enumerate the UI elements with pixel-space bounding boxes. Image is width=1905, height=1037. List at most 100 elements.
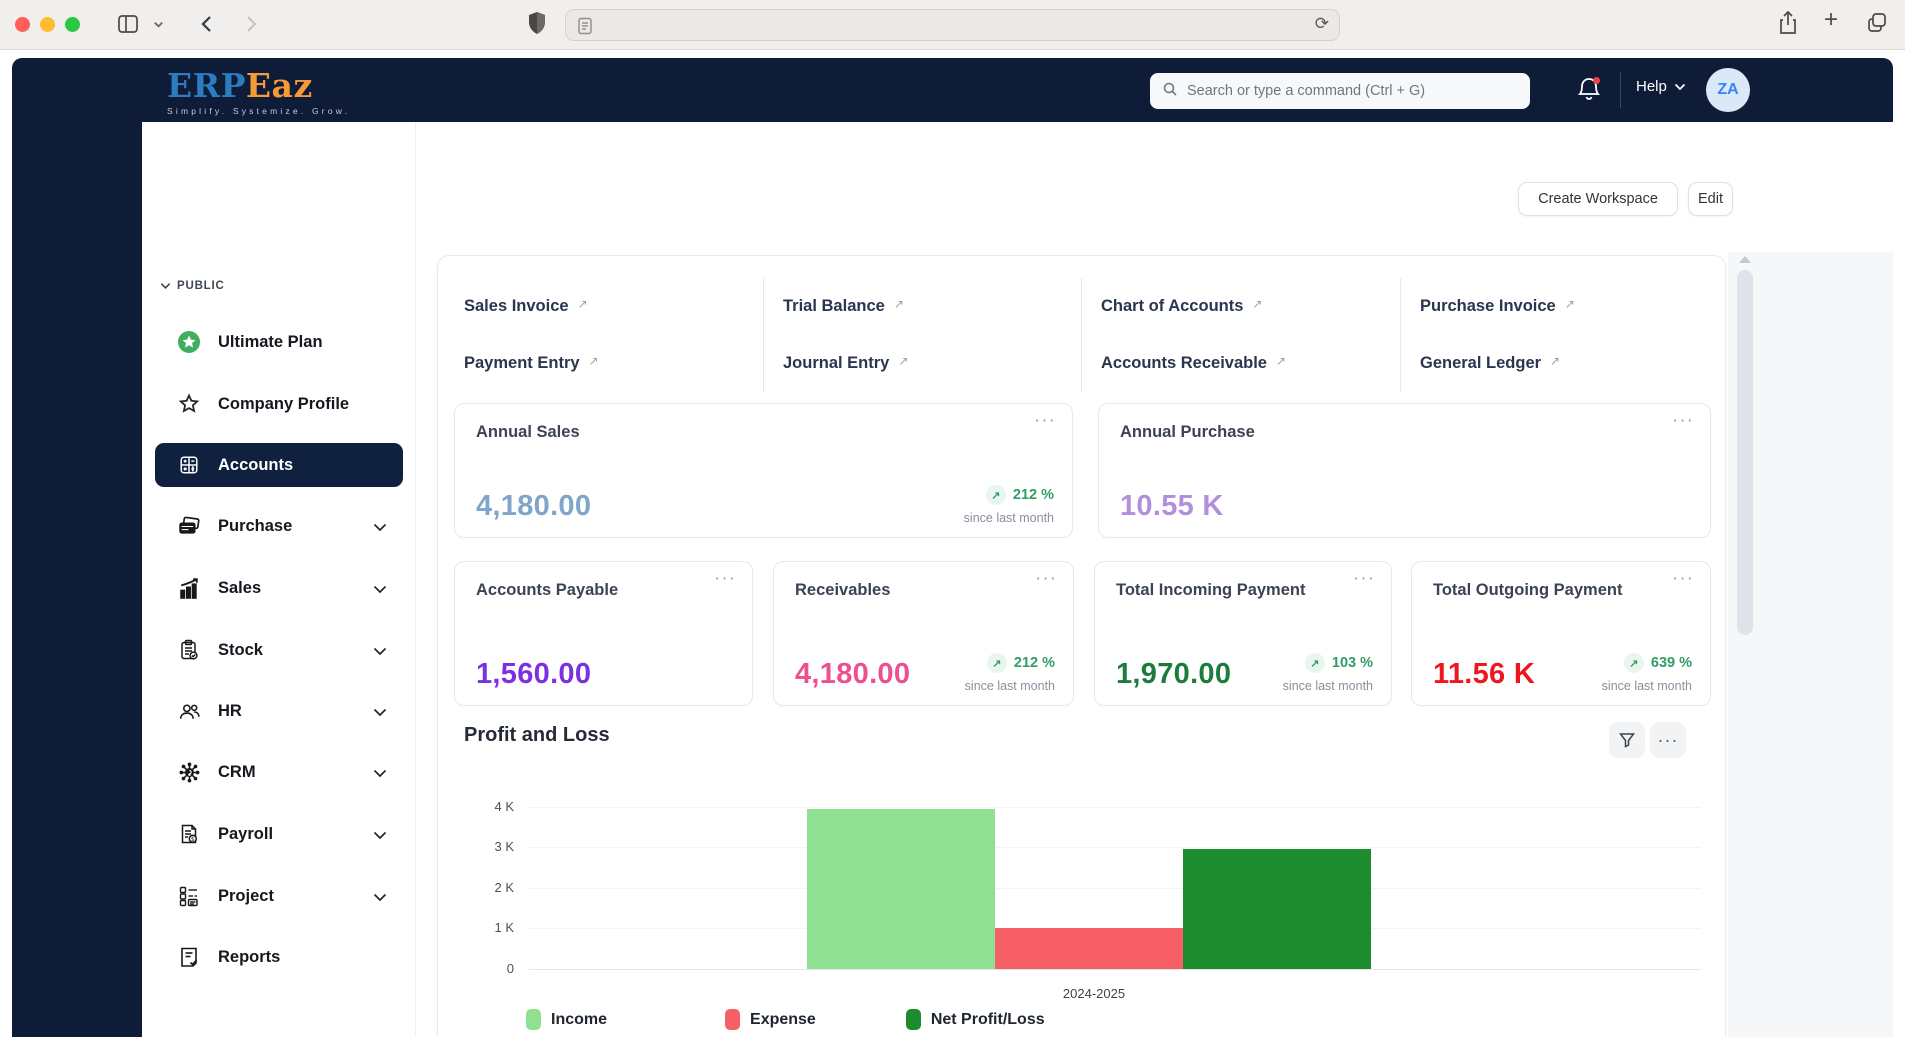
sidebar-item-hr[interactable]: HR bbox=[155, 689, 403, 733]
number-card-accounts-payable: Accounts Payable ··· 1,560.00 bbox=[454, 561, 753, 706]
shortcut-trial-balance[interactable]: Trial Balance↗ bbox=[763, 278, 1081, 335]
sidebar-item-accounts[interactable]: Accounts bbox=[155, 443, 403, 487]
chart-menu-button[interactable]: ··· bbox=[1650, 722, 1686, 758]
trend-note: since last month bbox=[965, 679, 1055, 693]
trend-percent: 639 % bbox=[1651, 655, 1692, 671]
legend-item-net-profit-loss: Net Profit/Loss bbox=[906, 1009, 1045, 1030]
back-button[interactable] bbox=[196, 12, 218, 41]
y-tick: 0 bbox=[464, 961, 514, 976]
scrollbar-thumb[interactable] bbox=[1737, 270, 1753, 635]
sidebar-item-project[interactable]: Project bbox=[155, 874, 403, 918]
plot-area bbox=[529, 807, 1701, 969]
sidebar-item-reports[interactable]: Reports bbox=[155, 935, 403, 979]
sidebar-item-label: Accounts bbox=[218, 456, 293, 475]
ellipsis-icon[interactable]: ··· bbox=[1672, 568, 1694, 590]
shortcut-accounts-receivable[interactable]: Accounts Receivable↗ bbox=[1081, 335, 1400, 392]
sidebar-item-ultimate-plan[interactable]: Ultimate Plan bbox=[155, 320, 403, 364]
chevron-down-icon bbox=[373, 765, 387, 783]
number-card-annual-sales: Annual Sales ··· 4,180.00 ↗212 % since l… bbox=[454, 403, 1073, 538]
tab-overview-icon[interactable] bbox=[1866, 11, 1888, 40]
card-value: 4,180.00 bbox=[476, 490, 591, 523]
arrow-up-right-icon: ↗ bbox=[589, 354, 599, 368]
card-title: Total Outgoing Payment bbox=[1433, 581, 1622, 600]
ellipsis-icon[interactable]: ··· bbox=[1035, 568, 1057, 590]
ellipsis-icon[interactable]: ··· bbox=[1353, 568, 1375, 590]
shortcut-purchase-invoice[interactable]: Purchase Invoice↗ bbox=[1400, 278, 1706, 335]
help-menu[interactable]: Help bbox=[1636, 78, 1686, 95]
ellipsis-icon[interactable]: ··· bbox=[714, 568, 736, 590]
browser-chrome: ⟳ + bbox=[0, 0, 1905, 50]
new-tab-icon[interactable]: + bbox=[1824, 6, 1838, 34]
sidebar-item-label: Ultimate Plan bbox=[218, 333, 323, 352]
arrow-up-right-icon: ↗ bbox=[578, 297, 588, 311]
user-avatar[interactable]: ZA bbox=[1706, 68, 1750, 112]
bar-income bbox=[807, 809, 995, 969]
calculator-icon bbox=[176, 452, 202, 478]
scrollbar-up-arrow[interactable] bbox=[1739, 256, 1751, 263]
filter-button[interactable] bbox=[1609, 722, 1645, 758]
card-title: Receivables bbox=[795, 581, 890, 600]
legend-swatch bbox=[526, 1009, 541, 1030]
ellipsis-icon[interactable]: ··· bbox=[1672, 410, 1694, 432]
url-bar[interactable]: ⟳ bbox=[565, 9, 1340, 41]
arrow-up-right-icon: ↗ bbox=[894, 297, 904, 311]
create-workspace-button[interactable]: Create Workspace bbox=[1518, 182, 1678, 216]
search-icon bbox=[1162, 81, 1178, 102]
sidebar-item-label: HR bbox=[218, 702, 242, 721]
cards-icon bbox=[176, 513, 202, 539]
kanban-icon bbox=[176, 883, 202, 909]
shortcut-sales-invoice[interactable]: Sales Invoice↗ bbox=[462, 278, 763, 335]
shortcut-chart-of-accounts[interactable]: Chart of Accounts↗ bbox=[1081, 278, 1400, 335]
trend-percent: 103 % bbox=[1332, 655, 1373, 671]
privacy-shield-icon[interactable] bbox=[527, 10, 547, 41]
zoom-window-button[interactable] bbox=[65, 17, 80, 32]
number-card-total-outgoing-payment: Total Outgoing Payment ··· 11.56 K ↗639 … bbox=[1411, 561, 1711, 706]
svg-text:$: $ bbox=[191, 836, 195, 843]
trend-note: since last month bbox=[1283, 679, 1373, 693]
avatar-initials: ZA bbox=[1717, 81, 1738, 99]
ellipsis-icon[interactable]: ··· bbox=[1034, 410, 1056, 432]
arrow-up-right-icon: ↗ bbox=[1550, 354, 1560, 368]
notifications-bell-icon[interactable] bbox=[1575, 74, 1605, 106]
sidebar-item-sales[interactable]: Sales bbox=[155, 566, 403, 610]
chevron-down-icon bbox=[1674, 83, 1686, 91]
y-tick: 2 K bbox=[464, 880, 514, 895]
share-icon[interactable] bbox=[1778, 10, 1798, 41]
shortcut-payment-entry[interactable]: Payment Entry↗ bbox=[462, 335, 763, 392]
search-input[interactable] bbox=[1187, 83, 1518, 99]
sidebar-section-public[interactable]: PUBLIC bbox=[160, 280, 225, 292]
sidebar-toggle-icon[interactable] bbox=[116, 12, 140, 41]
reader-page-icon[interactable] bbox=[577, 17, 593, 40]
shortcut-journal-entry[interactable]: Journal Entry↗ bbox=[763, 335, 1081, 392]
star-outline-icon bbox=[176, 391, 202, 417]
app-logo: ERPEaz Simplify. Systemize. Grow. bbox=[167, 66, 350, 116]
sidebar-chevron-icon[interactable] bbox=[152, 18, 165, 36]
screenshot-root: ⟳ + ERPEaz Simplify. Systemize. Grow. He… bbox=[0, 0, 1905, 1037]
arrow-up-right-icon: ↗ bbox=[1276, 354, 1286, 368]
trend-note: since last month bbox=[1602, 679, 1692, 693]
shortcuts-grid: Sales Invoice↗ Trial Balance↗ Chart of A… bbox=[462, 278, 1706, 392]
edit-button[interactable]: Edit bbox=[1688, 182, 1733, 216]
y-tick: 4 K bbox=[464, 799, 514, 814]
reload-icon[interactable]: ⟳ bbox=[1315, 14, 1329, 34]
sidebar-item-purchase[interactable]: Purchase bbox=[155, 504, 403, 548]
sidebar: PUBLIC Ultimate Plan Company Profile Acc… bbox=[142, 122, 416, 1037]
arrow-up-right-icon: ↗ bbox=[898, 354, 908, 368]
global-search[interactable] bbox=[1150, 73, 1530, 109]
sidebar-item-company-profile[interactable]: Company Profile bbox=[155, 382, 403, 426]
close-window-button[interactable] bbox=[15, 17, 30, 32]
sidebar-item-payroll[interactable]: $ Payroll bbox=[155, 812, 403, 856]
minimize-window-button[interactable] bbox=[40, 17, 55, 32]
card-trend: ↗103 % since last month bbox=[1283, 653, 1373, 693]
legend-swatch bbox=[906, 1009, 921, 1030]
card-title: Annual Sales bbox=[476, 423, 580, 442]
section-label: PUBLIC bbox=[177, 280, 225, 292]
sidebar-item-stock[interactable]: Stock bbox=[155, 628, 403, 672]
forward-button[interactable] bbox=[240, 12, 262, 41]
card-title: Accounts Payable bbox=[476, 581, 618, 600]
trend-up-icon: ↗ bbox=[986, 485, 1006, 505]
sidebar-item-crm[interactable]: CRM bbox=[155, 750, 403, 794]
shortcut-general-ledger[interactable]: General Ledger↗ bbox=[1400, 335, 1706, 392]
trend-up-icon: ↗ bbox=[987, 653, 1007, 673]
app-header: ERPEaz Simplify. Systemize. Grow. Help Z… bbox=[12, 58, 1893, 122]
